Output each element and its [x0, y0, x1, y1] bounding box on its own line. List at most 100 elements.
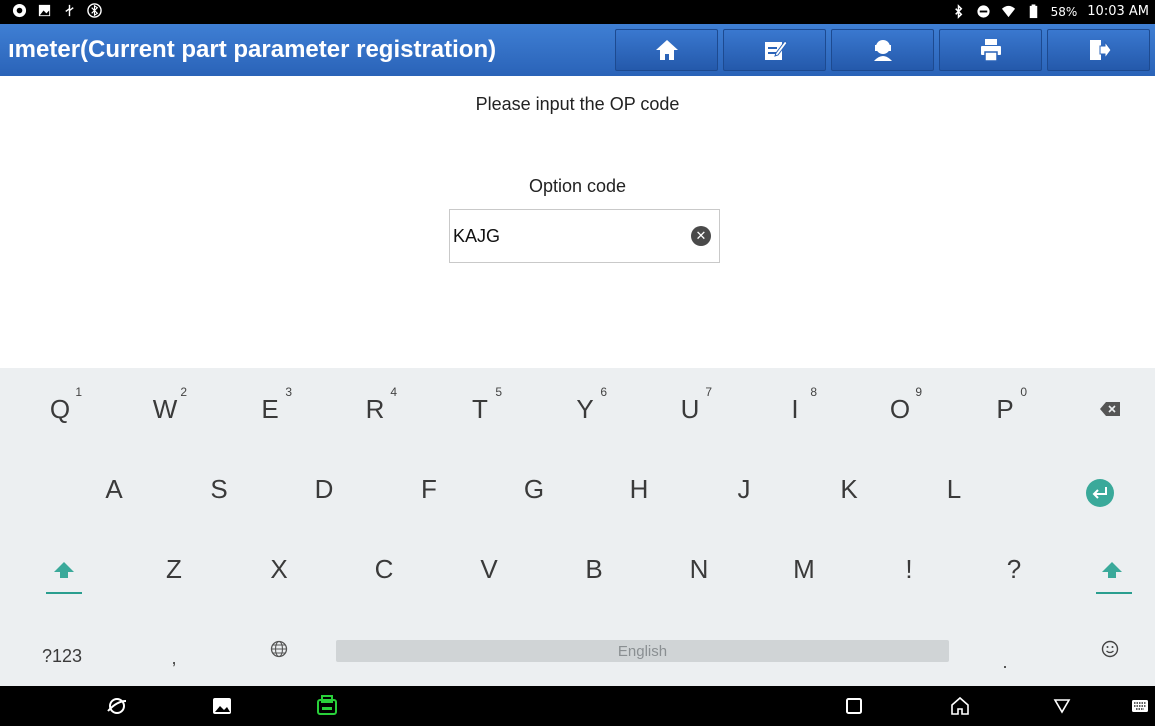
key-label: J	[737, 474, 751, 504]
vci-button[interactable]	[314, 693, 340, 719]
key-b[interactable]: B	[544, 532, 644, 604]
language-key[interactable]	[229, 616, 329, 688]
recents-button[interactable]	[841, 693, 867, 719]
key-w[interactable]: W2	[115, 372, 215, 444]
key-j[interactable]: J	[694, 452, 794, 524]
key-k[interactable]: K	[799, 452, 899, 524]
key-l[interactable]: L	[904, 452, 1004, 524]
symbols-key[interactable]: ?123	[12, 616, 112, 688]
gallery-icon	[213, 698, 231, 714]
emoji-key[interactable]	[1060, 616, 1155, 688]
key-hint: 4	[390, 385, 397, 399]
key-o[interactable]: O9	[850, 372, 950, 444]
system-status: 58% 10:03 AM	[951, 4, 1149, 19]
key-label: U	[680, 394, 700, 424]
key-r[interactable]: R4	[325, 372, 425, 444]
key-question[interactable]: ?	[964, 532, 1064, 604]
shift-icon	[1102, 562, 1122, 578]
key-label: P	[996, 394, 1014, 424]
home-nav-button[interactable]	[947, 693, 973, 719]
key-hint: 8	[810, 385, 817, 399]
shift-indicator	[1096, 592, 1132, 594]
key-g[interactable]: G	[484, 452, 584, 524]
emoji-icon	[1101, 640, 1119, 658]
key-n[interactable]: N	[649, 532, 749, 604]
key-t[interactable]: T5	[430, 372, 530, 444]
key-hint: 6	[600, 385, 607, 399]
enter-icon	[1086, 479, 1114, 507]
home-nav-icon	[951, 696, 969, 715]
space-key[interactable]: English	[336, 640, 949, 662]
key-label: H	[629, 474, 649, 504]
support-icon	[873, 40, 892, 61]
key-u[interactable]: U7	[640, 372, 740, 444]
key-label: Q	[49, 394, 71, 424]
key-i[interactable]: I8	[745, 372, 845, 444]
support-button[interactable]	[831, 29, 934, 71]
key-label: W	[152, 394, 178, 424]
key-m[interactable]: M	[754, 532, 854, 604]
gallery-button[interactable]	[209, 693, 235, 719]
key-v[interactable]: V	[439, 532, 539, 604]
exit-button[interactable]	[1047, 29, 1150, 71]
key-h[interactable]: H	[589, 452, 689, 524]
edit-button[interactable]	[723, 29, 826, 71]
do-not-disturb-icon	[977, 5, 990, 18]
input-prompt: Please input the OP code	[475, 94, 680, 114]
navigation-bar	[0, 686, 1155, 726]
key-label: B	[585, 554, 603, 584]
home-icon	[655, 40, 678, 60]
key-hint: 5	[495, 385, 502, 399]
keyboard-switch-button[interactable]	[1127, 693, 1153, 719]
key-c[interactable]: C	[334, 532, 434, 604]
back-button[interactable]	[1049, 693, 1075, 719]
key-label: D	[314, 474, 334, 504]
key-hint: 3	[285, 385, 292, 399]
key-label: X	[270, 554, 288, 584]
option-code-input[interactable]	[450, 210, 680, 262]
print-button[interactable]	[939, 29, 1042, 71]
key-s[interactable]: S	[169, 452, 269, 524]
browser-button[interactable]	[104, 693, 130, 719]
shift-key-right[interactable]	[1064, 532, 1155, 604]
key-label: O	[889, 394, 911, 424]
enter-key[interactable]	[1050, 454, 1150, 526]
key-y[interactable]: Y6	[535, 372, 635, 444]
shift-key-left[interactable]	[18, 532, 118, 604]
period-key[interactable]: .	[955, 622, 1055, 694]
key-label: T	[472, 394, 488, 424]
key-p[interactable]: P0	[955, 372, 1055, 444]
key-label: L	[946, 474, 962, 504]
edit-icon	[764, 40, 788, 60]
key-label: N	[689, 554, 709, 584]
backspace-key[interactable]	[1060, 372, 1155, 444]
key-x[interactable]: X	[229, 532, 329, 604]
vci-icon	[317, 695, 337, 715]
key-label: I	[791, 394, 799, 424]
key-a[interactable]: A	[64, 452, 164, 524]
image-notification-icon	[38, 4, 51, 17]
key-label: R	[365, 394, 385, 424]
key-f[interactable]: F	[379, 452, 479, 524]
key-label: Z	[166, 554, 182, 584]
key-label: S	[210, 474, 228, 504]
key-label: M	[793, 554, 815, 584]
key-hint: 1	[75, 385, 82, 399]
key-exclamation[interactable]: !	[859, 532, 959, 604]
usb-icon	[65, 4, 74, 17]
key-d[interactable]: D	[274, 452, 374, 524]
app-notification-icon	[12, 3, 27, 18]
key-hint: 0	[1020, 385, 1027, 399]
clock: 10:03 AM	[1087, 4, 1149, 19]
globe-icon	[270, 640, 288, 658]
key-hint: 7	[705, 385, 712, 399]
key-z[interactable]: Z	[124, 532, 224, 604]
key-q[interactable]: Q1	[10, 372, 110, 444]
home-button[interactable]	[615, 29, 718, 71]
option-code-field: ✕	[449, 209, 720, 263]
clear-icon[interactable]: ✕	[691, 226, 711, 246]
comma-key[interactable]: ,	[124, 618, 224, 690]
key-label: C	[374, 554, 394, 584]
key-e[interactable]: E3	[220, 372, 320, 444]
shift-icon	[54, 562, 74, 578]
